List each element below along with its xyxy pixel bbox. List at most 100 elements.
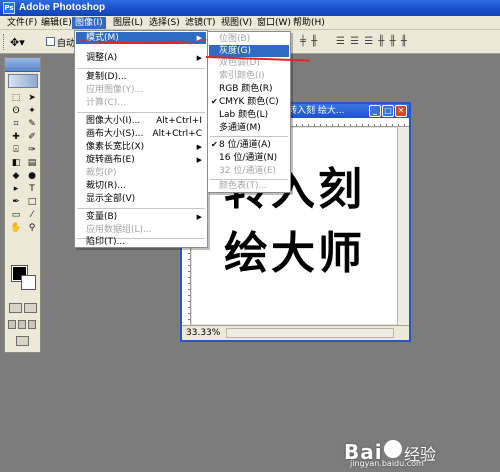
menu-select[interactable]: 选择(S) [146,17,183,29]
baidu-jingyan-watermark: Bai 经验 jingyan.baidu.com [344,438,494,468]
vertical-scrollbar[interactable] [397,127,409,325]
canvas-text-line2: 绘大师 [224,228,365,279]
screen-mode-standard-button[interactable] [8,320,16,329]
mode-submenu: 位图(B) 灰度(G) 双色调(D) 索引颜色(I) RGB 颜色(R) ✔ CM… [207,31,291,193]
menu-separator [77,112,205,113]
align-icons[interactable]: ╪ ╫ [300,36,318,47]
background-color-swatch[interactable] [21,275,36,290]
menu-item-rotate-canvas[interactable]: 旋转画布(E) ▶ [76,154,206,166]
menu-item-reveal-all[interactable]: 显示全部(V) [76,193,206,205]
menu-view[interactable]: 视图(V) [218,17,255,29]
window-title: Adobe Photoshop [19,2,106,13]
toolbox: ⬚ ➤ ʘ ✦ ⌗ ✎ ✚ ✐ ⍓ ✑ ◧ ▤ ◆ ● ▸ T ✒ □ ▭ ⁄ … [4,57,41,353]
menu-help[interactable]: 帮助(H) [290,17,328,29]
menu-item-trap[interactable]: 陷印(T)... [76,236,206,248]
standard-mode-button[interactable] [9,303,22,313]
annotation-underline-mode [78,34,208,44]
submenu-arrow-icon: ▶ [196,54,202,62]
history-brush-icon[interactable]: ✑ [25,144,39,156]
path-select-icon[interactable]: ▸ [9,183,23,195]
menu-item-adjust[interactable]: 调整(A) ▶ [76,52,206,64]
move-tool-icon[interactable]: ➤ [25,92,39,104]
eraser-tool-icon[interactable]: ◧ [9,157,23,169]
screen-mode-full-menu-button[interactable] [18,320,26,329]
minimize-icon[interactable]: _ [369,105,381,117]
menu-separator [210,136,288,137]
shape-tool-icon[interactable]: □ [25,196,39,208]
menu-edit[interactable]: 编辑(E) [38,17,75,29]
adobe-feather-icon[interactable] [8,74,38,88]
menu-item-duplicate[interactable]: 复制(D)... [76,71,206,83]
menu-item-32bit[interactable]: 32 位/通道(E) [209,165,289,177]
zoom-tool-icon[interactable]: ⚲ [25,222,39,234]
marquee-tool-icon[interactable]: ⬚ [9,92,23,104]
menu-item-canvas-size[interactable]: 画布大小(S)... Alt+Ctrl+C [76,128,206,140]
menu-item-trim[interactable]: 裁切(R)... [76,180,206,192]
checkmark-icon: ✔ [211,140,218,149]
toolbox-header[interactable] [5,58,40,72]
checkmark-icon: ✔ [211,97,218,106]
menu-item-rgb-color[interactable]: RGB 颜色(R) [209,83,289,95]
menu-item-apply-image[interactable]: 应用图像(Y)... [76,84,206,96]
photoshop-app-icon: Ps [3,2,15,14]
menu-item-lab-color[interactable]: Lab 颜色(L) [209,109,289,121]
status-bar: 33.33% [182,325,409,340]
menu-item-variables[interactable]: 变量(B) ▶ [76,211,206,223]
quickmask-mode-button[interactable] [24,303,37,313]
menu-item-color-table[interactable]: 颜色表(T)... [209,180,289,192]
distribute-icons[interactable]: ☰ ☰ ☰ ╫ ╫ ╫ [336,36,408,47]
move-tool-icon[interactable]: ✥▾ [10,36,25,49]
submenu-arrow-icon: ▶ [196,156,202,164]
horizontal-scrollbar[interactable] [226,328,394,338]
lasso-tool-icon[interactable]: ʘ [9,105,23,117]
brush-tool-icon[interactable]: ✐ [25,131,39,143]
menu-filter[interactable]: 滤镜(T) [182,17,219,29]
jump-to-imageready-button[interactable] [16,336,29,346]
maximize-icon[interactable]: □ [382,105,394,117]
menu-item-image-size[interactable]: 图像大小(I)... Alt+Ctrl+I [76,115,206,127]
tool-grid: ⬚ ➤ ʘ ✦ ⌗ ✎ ✚ ✐ ⍓ ✑ ◧ ▤ ◆ ● ▸ T ✒ □ ▭ ⁄ … [9,92,39,234]
menu-item-bitmap[interactable]: 位图(B) [209,33,289,45]
healing-tool-icon[interactable]: ✚ [9,131,23,143]
magic-wand-tool-icon[interactable]: ✦ [25,105,39,117]
menu-item-calculations[interactable]: 计算(C)... [76,97,206,109]
eyedropper-tool-icon[interactable]: ⁄ [25,209,39,221]
menu-item-multichannel[interactable]: 多通道(M) [209,122,289,134]
auto-select-label: 自动 [57,39,76,49]
pen-tool-icon[interactable]: ✒ [9,196,23,208]
watermark-url: jingyan.baidu.com [350,459,424,468]
blur-tool-icon[interactable]: ◆ [9,170,23,182]
menu-file[interactable]: 文件(F) [4,17,40,29]
menu-window[interactable]: 窗口(W) [254,17,294,29]
menu-item-16bit[interactable]: 16 位/通道(N) [209,152,289,164]
stamp-tool-icon[interactable]: ⍓ [9,144,23,156]
crop-tool-icon[interactable]: ⌗ [9,118,23,130]
close-icon[interactable]: ✕ [395,105,407,117]
zoom-level[interactable]: 33.33% [186,328,220,338]
menu-bar: 文件(F) 编辑(E) 图像(I) 图层(L) 选择(S) 滤镜(T) 视图(V… [0,16,500,30]
toolbar-grip[interactable] [3,34,6,50]
type-tool-icon[interactable]: T [25,183,39,195]
screen-mode-full-button[interactable] [28,320,36,329]
baidu-paw-icon [384,440,402,458]
menu-item-indexed-color[interactable]: 索引颜色(I) [209,70,289,82]
menu-item-pixel-aspect[interactable]: 像素长宽比(X) ▶ [76,141,206,153]
slice-tool-icon[interactable]: ✎ [25,118,39,130]
menu-layer[interactable]: 图层(L) [110,17,146,29]
notes-tool-icon[interactable]: ▭ [9,209,23,221]
gradient-tool-icon[interactable]: ▤ [25,157,39,169]
image-menu: 模式(M) ▶ 调整(A) ▶ 复制(D)... 应用图像(Y)... 计算(C).… [74,30,208,248]
menu-image[interactable]: 图像(I) [72,17,106,29]
menu-item-apply-data-set[interactable]: 应用数据组(L)... [76,224,206,236]
submenu-arrow-icon: ▶ [196,213,202,221]
menu-item-crop[interactable]: 裁剪(P) [76,167,206,179]
hand-tool-icon[interactable]: ✋ [9,222,23,234]
auto-select-checkbox[interactable] [46,37,55,46]
menu-separator [77,68,205,69]
dodge-tool-icon[interactable]: ● [25,170,39,182]
menu-item-cmyk-color[interactable]: ✔ CMYK 颜色(C) [209,96,289,108]
menu-separator [77,208,205,209]
title-bar: Ps Adobe Photoshop [0,0,500,16]
menu-item-grayscale[interactable]: 灰度(G) [209,45,289,57]
menu-item-8bit[interactable]: ✔ 8 位/通道(A) [209,139,289,151]
